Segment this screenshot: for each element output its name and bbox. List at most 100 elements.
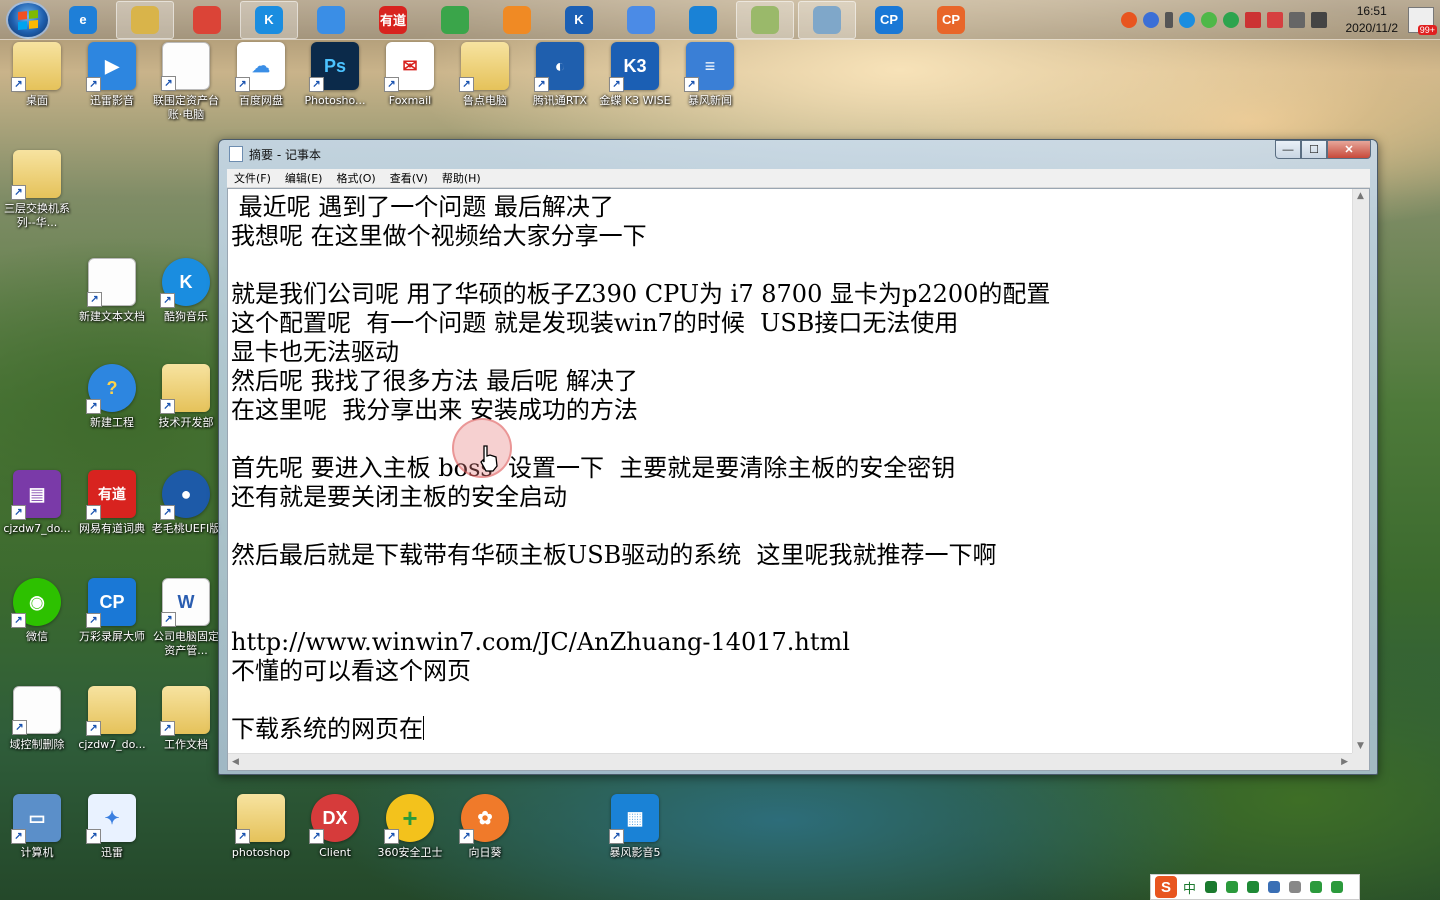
- taskbar-app-360[interactable]: [426, 1, 484, 39]
- mute-tray-icon[interactable]: [1266, 12, 1283, 28]
- flag-tray-icon[interactable]: [1244, 12, 1261, 28]
- taskbar-app-cp-blue[interactable]: CP: [860, 1, 918, 39]
- taskbar-app-baidu-netdisk[interactable]: [302, 1, 360, 39]
- taskbar-app-explorer[interactable]: [116, 0, 174, 39]
- text-editor[interactable]: 最近呢 遇到了一个问题 最后解决了 我想呢 在这里做个视频给大家分享一下 就是我们…: [227, 188, 1370, 771]
- desktop-icon[interactable]: 技术开发部: [149, 364, 223, 430]
- desktop-icon[interactable]: ● 老毛桃UEFI版: [149, 470, 223, 536]
- menu-help[interactable]: 帮助(H): [435, 170, 488, 186]
- kingdee-icon: K3: [609, 42, 659, 92]
- taskbar-app-chrome[interactable]: [178, 1, 236, 39]
- sogou-tray-icon[interactable]: [1120, 12, 1137, 28]
- taskbar-app-cp-orange[interactable]: CP: [922, 1, 980, 39]
- text-line: [231, 686, 1351, 715]
- desktop-icon[interactable]: ▤ cjzdw7_do...: [0, 470, 74, 536]
- text-line: http://www.winwin7.com/JC/AnZhuang-14017…: [231, 628, 850, 656]
- rtx-icon: ◐: [534, 42, 584, 92]
- scroll-up-icon[interactable]: ▲: [1357, 191, 1364, 201]
- menu-edit[interactable]: 编辑(E): [278, 170, 330, 186]
- notepad-icon: [813, 5, 841, 34]
- desktop-icon[interactable]: ▶ 迅雷影音: [75, 42, 149, 108]
- desktop-icon[interactable]: DX Client: [298, 794, 372, 860]
- desktop-icon-label: 微信: [26, 630, 48, 643]
- menu-format[interactable]: 格式(O): [329, 170, 382, 186]
- desktop-icon[interactable]: ▦ 暴风影音5: [598, 794, 672, 860]
- desktop-icon[interactable]: 有道网易有道词典: [75, 470, 149, 536]
- menu-file[interactable]: 文件(F): [227, 170, 278, 186]
- taskbar-app-storm[interactable]: [674, 1, 732, 39]
- desktop-icon[interactable]: ? 新建工程: [75, 364, 149, 430]
- chrome-icon: [193, 5, 221, 34]
- desktop-icon[interactable]: 新建文本文档: [75, 258, 149, 324]
- scroll-left-icon[interactable]: ◀: [232, 757, 239, 767]
- minimize-button[interactable]: —: [1275, 140, 1301, 159]
- scroll-right-icon[interactable]: ▶: [1341, 757, 1348, 767]
- taskbar-app-notepad[interactable]: [798, 0, 856, 39]
- taskbar-app-notepad-group[interactable]: [736, 0, 794, 39]
- desktop-icon[interactable]: 联围定资产台账·电脑: [149, 42, 223, 122]
- pen-tray-icon[interactable]: [1164, 12, 1173, 28]
- desktop-icon[interactable]: 桌面: [0, 42, 74, 108]
- network-icon[interactable]: [1310, 12, 1327, 28]
- desktop-icon[interactable]: +360安全卫士: [373, 794, 447, 860]
- ime-mode[interactable]: 中: [1183, 878, 1196, 897]
- start-button[interactable]: [6, 0, 50, 39]
- desktop-icon[interactable]: photoshop: [224, 794, 298, 860]
- keyboard-icon[interactable]: [1268, 881, 1281, 893]
- vertical-scrollbar[interactable]: ▲ ▼: [1352, 189, 1369, 753]
- help-tray-icon[interactable]: [1142, 12, 1159, 28]
- skin-icon[interactable]: [1310, 881, 1323, 893]
- desktop-icon[interactable]: ✿ 向日葵: [448, 794, 522, 860]
- toolbox-icon[interactable]: [1331, 881, 1344, 893]
- text-line: 在这里呢 我分享出来 安装成功的方法: [231, 396, 638, 424]
- desktop-icon[interactable]: 三层交换机系列--华...: [0, 150, 74, 230]
- taskbar-app-kugou[interactable]: K: [240, 0, 298, 39]
- sunflower-tray-icon[interactable]: [1222, 12, 1239, 28]
- text-line: [231, 599, 1351, 628]
- desktop-icon[interactable]: ≡ 暴风新闻: [673, 42, 747, 108]
- desktop-icon[interactable]: K3 金蝶 K3 WISE: [598, 42, 672, 108]
- ime-toolbar[interactable]: S 中: [1150, 874, 1360, 900]
- document-text[interactable]: 最近呢 遇到了一个问题 最后解决了 我想呢 在这里做个视频给大家分享一下 就是我们…: [231, 193, 1351, 753]
- desktop-icon[interactable]: cjzdw7_do...: [75, 686, 149, 752]
- desktop-icon[interactable]: 工作文档: [149, 686, 223, 752]
- maximize-button[interactable]: ☐: [1301, 140, 1327, 159]
- desktop-icon[interactable]: ✦ 迅雷: [75, 794, 149, 860]
- taskbar-app-youdao[interactable]: 有道: [364, 1, 422, 39]
- wechat-tray-icon[interactable]: [1200, 12, 1217, 28]
- desktop-icon[interactable]: ☁ 百度网盘: [224, 42, 298, 108]
- desktop-icon[interactable]: 域控制删除: [0, 686, 74, 752]
- desktop-icon[interactable]: W 公司电脑固定资产管...: [149, 578, 223, 658]
- sogou-logo-icon: S: [1155, 876, 1177, 898]
- close-button[interactable]: ✕: [1327, 140, 1371, 159]
- desktop-icon[interactable]: CP 万彩录屏大师: [75, 578, 149, 644]
- menu-bar: 文件(F) 编辑(E) 格式(O) 查看(V) 帮助(H): [227, 169, 1370, 188]
- taskbar-app-uc[interactable]: [488, 1, 546, 39]
- taskbar-app-xunlei[interactable]: [612, 1, 670, 39]
- desktop-icon[interactable]: Ps Photosho...: [298, 42, 372, 108]
- text-file-icon: [87, 258, 136, 307]
- microphone-icon[interactable]: [1247, 881, 1260, 893]
- horizontal-scrollbar[interactable]: ◀ ▶: [228, 753, 1352, 770]
- taskbar-app-ie[interactable]: e: [54, 1, 112, 39]
- volume-icon[interactable]: [1288, 12, 1305, 28]
- desktop-icon-label: cjzdw7_do...: [3, 522, 71, 535]
- moon-icon[interactable]: [1205, 881, 1218, 893]
- user-icon[interactable]: [1289, 881, 1302, 893]
- menu-view[interactable]: 查看(V): [383, 170, 435, 186]
- desktop-icon[interactable]: ◉ 微信: [0, 578, 74, 644]
- taskbar-app-kingdee[interactable]: K: [550, 1, 608, 39]
- desktop-icon[interactable]: 鲁点电脑: [448, 42, 522, 108]
- text-line: 显卡也无法驱动: [231, 338, 399, 366]
- title-bar[interactable]: 摘要 - 记事本: [219, 140, 1377, 168]
- scroll-down-icon[interactable]: ▼: [1357, 741, 1364, 751]
- desktop-icon[interactable]: K 酷狗音乐: [149, 258, 223, 324]
- desktop-icon[interactable]: ▭ 计算机: [0, 794, 74, 860]
- punctuation-icon[interactable]: [1226, 881, 1239, 893]
- desktop-icon[interactable]: ◐ 腾讯通RTX: [523, 42, 597, 108]
- kugou-tray-icon[interactable]: [1178, 12, 1195, 28]
- notification-center-button[interactable]: 99+: [1408, 7, 1437, 35]
- desktop-icon[interactable]: ✉ Foxmail: [373, 42, 447, 108]
- text-line: [231, 512, 1351, 541]
- clock[interactable]: 16:51 2020/11/2: [1346, 3, 1399, 37]
